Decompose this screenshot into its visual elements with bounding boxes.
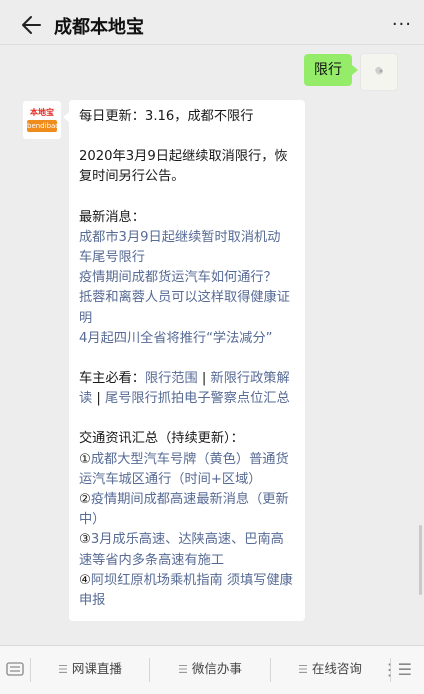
traffic-item: ②疫情期间成都高速最新消息（更新中） (79, 490, 293, 530)
owner-links-paragraph: 车主必看：限行范围 | 新限行政策解读 | 尾号限行抓拍电子警察点位汇总 (79, 369, 293, 409)
news-link[interactable]: 成都市3月9日起继续暂时取消机动车尾号限行 (79, 230, 280, 265)
news-heading: 最新消息： (79, 209, 145, 225)
traffic-item: ①成都大型汽车号牌（黄色）普通货运汽车城区通行（时间+区域） (79, 450, 293, 490)
more-options-icon[interactable]: ··· (392, 14, 412, 35)
policy-line: 2020年3月9日起继续取消限行，恢复时间另行公告。 (79, 149, 288, 185)
traffic-item-number: ① (79, 451, 91, 467)
traffic-item-link[interactable]: 阿坝红原机场乘机指南 须填写健康申报 (79, 573, 293, 608)
more-menu-icon[interactable]: ⋮☰ (382, 660, 412, 679)
bot-logo-subtext: bendibao (27, 122, 60, 130)
keyboard-icon[interactable] (6, 661, 24, 677)
chat-header: 成都本地宝 ··· (0, 6, 424, 45)
menu-item-online-class[interactable]: ☰ 网课直播 (31, 646, 149, 694)
traffic-item-link[interactable]: 3月成乐高速、达陕高速、巴南高速等省内多条高速有施工 (79, 532, 284, 567)
chat-area[interactable]: 限行 本地宝 bendibao 每日更新：3.16，成都不限行 2020年3月9… (0, 45, 424, 645)
menu-item-label: 网课直播 (71, 661, 122, 676)
traffic-item-number: ④ (79, 572, 91, 588)
bot-logo-text: 本地宝 (30, 108, 54, 117)
update-line: 每日更新：3.16，成都不限行 (79, 109, 254, 124)
menu-list-icon: ☰ (178, 663, 188, 676)
user-message-bubble[interactable]: 限行 (304, 54, 358, 86)
traffic-heading: 交通资讯汇总（持续更新）： (79, 431, 244, 447)
menu-item-wechat-services[interactable]: ☰ 微信办事 (150, 646, 270, 694)
traffic-item: ④阿坝红原机场乘机指南 须填写健康申报 (79, 571, 293, 611)
link-separator: | (96, 391, 101, 407)
user-avatar-image-icon (375, 66, 383, 75)
bottom-menu-bar: ☰ 网课直播 ☰ 微信办事 ☰ 在线咨询 ⋮☰ (0, 645, 424, 694)
scrollbar[interactable] (419, 525, 422, 595)
menu-list-icon: ☰ (298, 663, 308, 676)
owner-link[interactable]: 尾号限行抓拍电子警察点位汇总 (105, 391, 290, 406)
owner-prefix: 车主必看： (79, 371, 145, 387)
news-link[interactable]: 疫情期间成都货运汽车如何通行？ (79, 270, 277, 285)
back-arrow-icon[interactable] (18, 12, 44, 38)
menu-item-label: 微信办事 (191, 661, 242, 676)
news-link[interactable]: 4月起四川全省将推行“学法减分” (79, 331, 273, 346)
bot-message-bubble: 每日更新：3.16，成都不限行 2020年3月9日起继续取消限行，恢复时间另行公… (63, 100, 305, 622)
traffic-item-link[interactable]: 疫情期间成都高速最新消息（更新中） (79, 492, 289, 527)
menu-item-online-consult[interactable]: ☰ 在线咨询 (271, 646, 389, 694)
owner-link[interactable]: 限行范围 (145, 371, 198, 386)
traffic-item-number: ③ (79, 532, 91, 548)
menu-list-icon: ☰ (58, 663, 68, 676)
user-message-text: 限行 (314, 62, 342, 78)
traffic-item: ③3月成乐高速、达陕高速、巴南高速等省内多条高速有施工 (79, 530, 293, 570)
chat-title: 成都本地宝 (54, 17, 144, 38)
news-link[interactable]: 抵蓉和离蓉人员可以这样取得健康证明 (79, 290, 290, 325)
traffic-item-link[interactable]: 成都大型汽车号牌（黄色）普通货运汽车城区通行（时间+区域） (79, 452, 289, 487)
link-separator: | (201, 371, 207, 387)
menu-item-label: 在线咨询 (311, 661, 362, 676)
bot-avatar[interactable]: 本地宝 bendibao (22, 100, 62, 140)
traffic-item-number: ② (79, 492, 91, 508)
user-avatar[interactable] (360, 53, 398, 91)
